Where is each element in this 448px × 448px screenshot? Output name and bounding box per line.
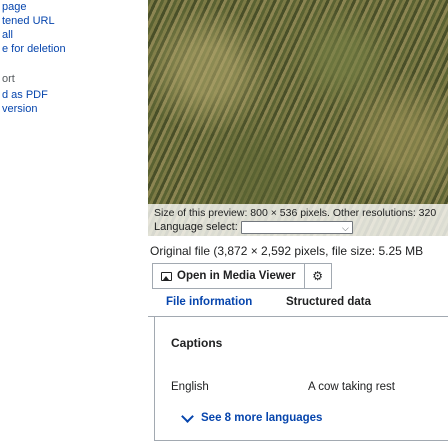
preview-size-caption: Size of this preview: 800 × 536 pixels. …	[154, 207, 437, 219]
sidebar-item-nominate-for-deletion[interactable]: e for deletion	[2, 43, 66, 56]
chevron-down-icon	[181, 409, 194, 423]
sidebar-item-printable-version[interactable]: version	[2, 103, 37, 116]
language-select[interactable]: ⌵	[240, 220, 353, 234]
media-toolbar: Open in Media Viewer ⚙	[152, 263, 332, 289]
open-in-media-viewer-label: Open in Media Viewer	[177, 270, 296, 282]
settings-button[interactable]: ⚙	[303, 263, 332, 289]
image-icon	[161, 271, 172, 281]
open-in-media-viewer-button[interactable]: Open in Media Viewer	[152, 263, 304, 289]
tab-file-information[interactable]: File information	[166, 295, 252, 309]
original-file-info[interactable]: Original file (3,872 × 2,592 pixels, fil…	[150, 244, 423, 258]
sidebar-item-page[interactable]: page	[2, 1, 26, 14]
captions-heading: Captions	[171, 336, 223, 350]
sidebar: page tened URL all e for deletion ort d …	[0, 0, 112, 448]
see-more-languages-label: See 8 more languages	[201, 412, 323, 424]
language-select-row: Language select: ⌵	[154, 220, 353, 234]
sidebar-heading-export: ort	[2, 73, 15, 85]
tab-structured-data[interactable]: Structured data	[286, 295, 371, 309]
chevron-down-icon: ⌵	[341, 222, 349, 233]
sidebar-item-shortened-url[interactable]: tened URL	[2, 15, 55, 28]
sidebar-item-download-pdf[interactable]: d as PDF	[2, 89, 48, 102]
caption-language: English	[171, 381, 209, 393]
image-preview[interactable]	[148, 0, 448, 236]
language-select-label: Language select:	[154, 221, 238, 233]
sidebar-item-all[interactable]: all	[2, 29, 13, 42]
caption-text: A cow taking rest	[308, 381, 395, 393]
see-more-languages-button[interactable]: See 8 more languages	[181, 409, 323, 424]
gear-icon: ⚙	[312, 269, 324, 283]
